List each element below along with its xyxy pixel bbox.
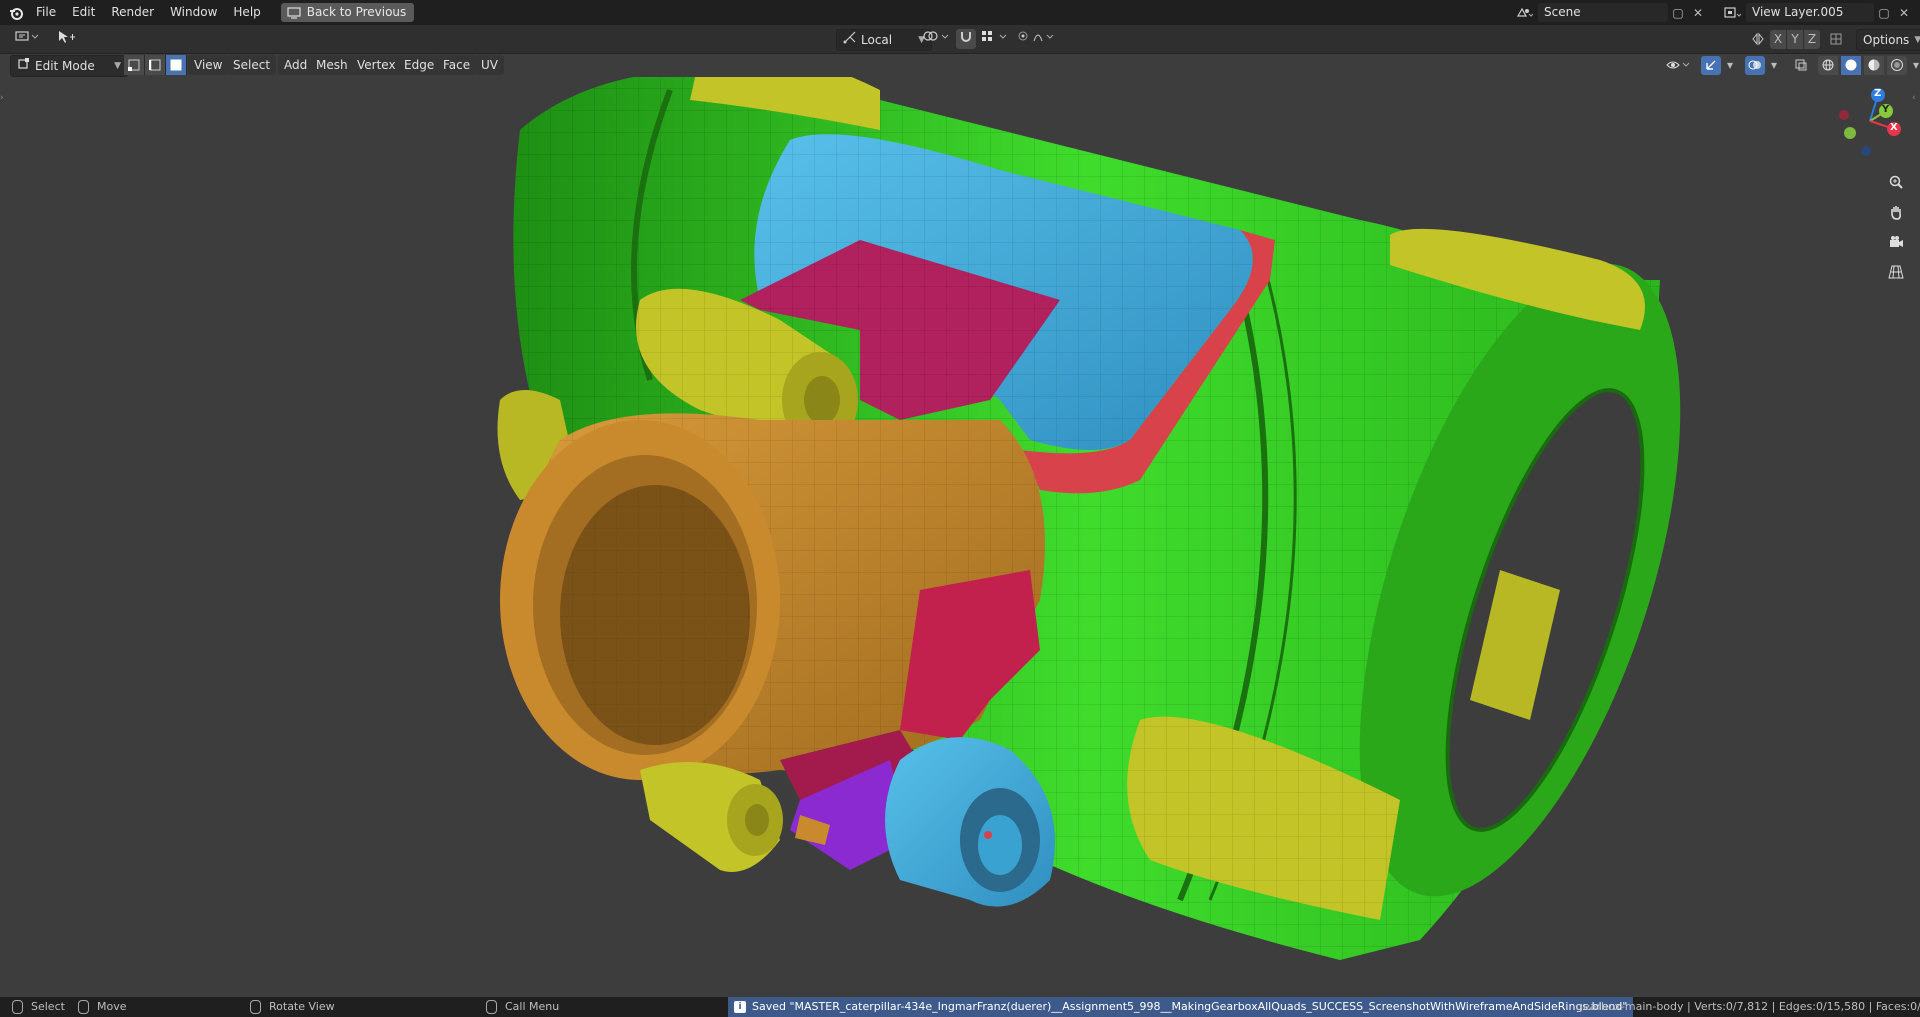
chevron-down-icon: ▼	[114, 61, 121, 71]
status-select: Select	[12, 997, 65, 1017]
solid-shading-icon[interactable]	[1841, 55, 1861, 75]
material-shading-icon[interactable]	[1864, 55, 1884, 75]
zoom-icon[interactable]	[1883, 169, 1909, 195]
proportional-editing-icon[interactable]	[1014, 29, 1058, 49]
navigation-gizmo[interactable]: Z Y X	[1834, 85, 1906, 157]
status-move-label: Move	[97, 1000, 127, 1013]
scene-name-field[interactable]: Scene	[1538, 3, 1668, 22]
chevron-down-icon: ▼	[1914, 35, 1920, 45]
menu-edit[interactable]: Edit	[64, 0, 103, 25]
pivot-point-icon[interactable]	[920, 29, 954, 49]
overlay-options-chevron-icon[interactable]: ▾	[1768, 56, 1780, 75]
perspective-toggle-icon[interactable]	[1883, 259, 1909, 285]
info-icon: i	[734, 1001, 746, 1013]
back-to-previous-label: Back to Previous	[306, 5, 407, 19]
delete-view-layer-icon[interactable]: ✕	[1894, 3, 1914, 22]
status-move: Move	[78, 997, 127, 1017]
new-view-layer-icon[interactable]: ▢	[1874, 3, 1894, 22]
status-rotate-label: Rotate View	[269, 1000, 335, 1013]
saved-report-message[interactable]: i Saved "MASTER_caterpillar-434e_IngmarF…	[728, 997, 1634, 1017]
menu-file[interactable]: File	[28, 0, 64, 25]
menu-mesh[interactable]: Mesh	[310, 55, 354, 75]
snap-toggle-icon[interactable]	[956, 29, 976, 49]
scene-statistics: gearbox-main-body | Verts:0/7,812 | Edge…	[1576, 1000, 1920, 1013]
top-menu-bar: File Edit Render Window Help Back to Pre…	[0, 0, 1920, 25]
topbar-right-group: Scene ▢ ✕ View Layer.005 ▢ ✕	[1510, 0, 1920, 25]
visibility-eye-icon[interactable]	[1664, 56, 1692, 75]
mirror-z-toggle[interactable]: Z	[1804, 29, 1820, 49]
screen-icon	[287, 6, 301, 25]
mouse-right-icon	[486, 1000, 497, 1014]
vertex-select-icon[interactable]	[124, 55, 145, 75]
pan-hand-icon[interactable]	[1883, 199, 1909, 225]
mouse-left-icon	[12, 1000, 23, 1014]
status-call-menu-label: Call Menu	[505, 1000, 560, 1013]
toolbar-expand-arrow-icon[interactable]: ›	[0, 93, 6, 103]
gizmo-x-label: X	[1890, 122, 1898, 133]
mode-dropdown[interactable]: Edit Mode ▼	[10, 55, 128, 77]
rendered-shading-icon[interactable]	[1887, 55, 1907, 75]
mode-value: Edit Mode	[35, 59, 95, 73]
back-to-previous-button[interactable]: Back to Previous	[280, 3, 415, 25]
gearbox-mesh-render[interactable]	[0, 77, 1920, 997]
show-overlays-toggle[interactable]	[1745, 55, 1765, 75]
view-layer-icon[interactable]	[1718, 3, 1746, 22]
xray-toggle-icon[interactable]	[1791, 56, 1811, 75]
status-bar: Select Move Rotate View Call Menu i Save…	[0, 997, 1920, 1017]
snap-target-icon[interactable]	[978, 29, 1012, 49]
scene-selector-icon[interactable]	[1510, 3, 1538, 22]
transform-orientation-value: Local	[861, 33, 893, 47]
transform-orientation-dropdown[interactable]: Local ▼	[836, 29, 932, 51]
sidebar-expand-arrow-icon[interactable]: ‹	[1912, 93, 1918, 103]
menu-uv[interactable]: UV	[475, 55, 504, 75]
blender-logo-icon[interactable]	[6, 0, 26, 25]
menu-view[interactable]: View	[188, 55, 229, 75]
delete-scene-icon[interactable]: ✕	[1688, 3, 1708, 22]
tool-settings-header: Local ▼ X Y Z Options ▼	[0, 25, 1920, 54]
edge-select-icon[interactable]	[145, 55, 166, 75]
mirror-axis-group: X Y Z	[1748, 29, 1846, 49]
mirror-x-toggle[interactable]: X	[1770, 29, 1786, 49]
new-scene-icon[interactable]: ▢	[1668, 3, 1688, 22]
mesh-options-icon[interactable]	[1826, 30, 1846, 49]
3d-viewport[interactable]: Z Y X › ‹	[0, 77, 1920, 997]
menu-vertex[interactable]: Vertex	[351, 55, 402, 75]
wireframe-shading-icon[interactable]	[1818, 55, 1838, 75]
gizmo-y-label: Y	[1882, 104, 1890, 115]
options-dropdown[interactable]: Options ▼	[1856, 29, 1920, 51]
menu-window[interactable]: Window	[162, 0, 225, 25]
camera-view-icon[interactable]	[1883, 229, 1909, 255]
mirror-y-toggle[interactable]: Y	[1787, 29, 1803, 49]
show-gizmo-toggle[interactable]	[1701, 55, 1721, 75]
menu-edge[interactable]: Edge	[398, 55, 441, 75]
select-mode-group	[124, 55, 187, 75]
menu-select[interactable]: Select	[227, 55, 277, 75]
editor-type-icon[interactable]	[8, 29, 48, 49]
face-select-icon[interactable]	[166, 55, 187, 75]
viewport-shading-controls: ▾ ▾ ▾	[1664, 55, 1920, 75]
status-call-menu: Call Menu	[486, 997, 559, 1017]
status-rotate: Rotate View	[250, 997, 335, 1017]
saved-message-text: Saved "MASTER_caterpillar-434e_IngmarFra…	[752, 1000, 1628, 1013]
menu-render[interactable]: Render	[103, 0, 162, 25]
select-tool-icon[interactable]	[50, 29, 82, 49]
view-layer-field[interactable]: View Layer.005	[1746, 3, 1874, 22]
edit-mode-icon	[17, 56, 31, 76]
status-select-label: Select	[31, 1000, 65, 1013]
menu-help[interactable]: Help	[225, 0, 268, 25]
menu-add[interactable]: Add	[278, 55, 314, 75]
mirror-options-icon[interactable]	[1748, 30, 1768, 49]
options-label: Options	[1863, 33, 1910, 47]
menu-face[interactable]: Face	[437, 55, 477, 75]
viewport-header: Edit Mode ▼ View Select Add Mesh Vertex …	[0, 53, 1920, 77]
mouse-middle-icon	[250, 1000, 261, 1014]
gizmo-z-label: Z	[1874, 88, 1882, 99]
gizmo-options-chevron-icon[interactable]: ▾	[1724, 56, 1736, 75]
orientation-icon	[843, 30, 857, 50]
mouse-drag-icon	[78, 1000, 89, 1014]
shading-options-chevron-icon[interactable]: ▾	[1910, 56, 1920, 75]
